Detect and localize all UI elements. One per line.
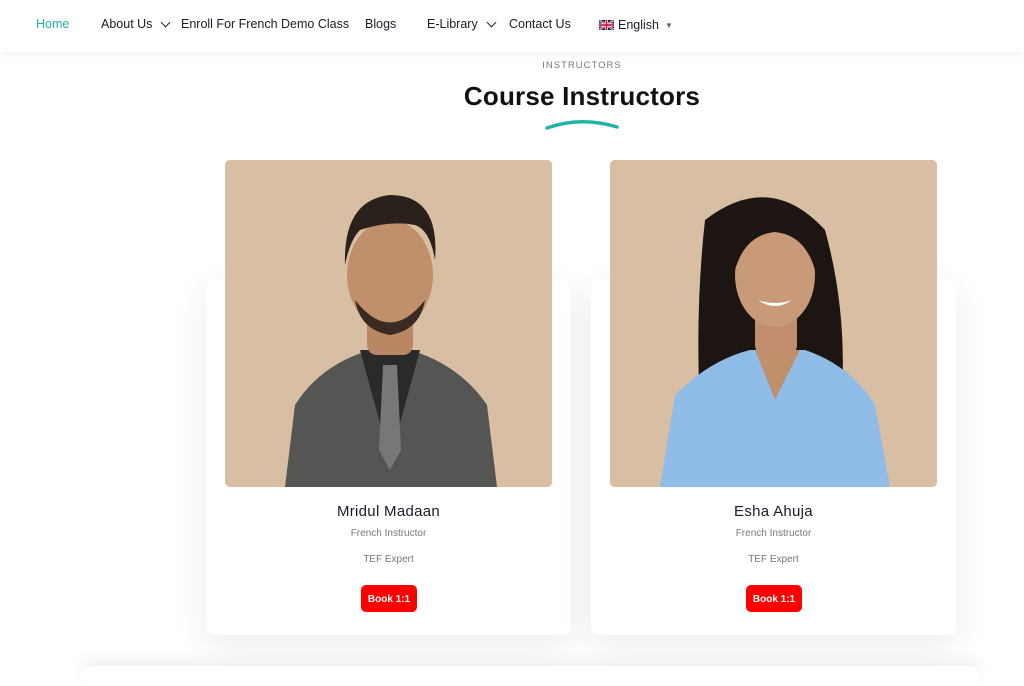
nav-blogs-label: Blogs	[365, 17, 397, 31]
instructor-role: French Instructor	[735, 528, 812, 539]
nav-about-label: About Us	[101, 17, 153, 31]
man-portrait-icon	[225, 160, 552, 487]
instructor-name: Mridul Madaan	[336, 503, 441, 520]
instructor-role: French Instructor	[350, 528, 427, 539]
top-navigation: Home About Us Enroll For French Demo Cla…	[0, 0, 1024, 52]
book-session-button[interactable]: Book 1:1	[746, 585, 802, 612]
woman-portrait-icon	[610, 160, 937, 487]
nav-contact-us[interactable]: Contact Us	[509, 17, 571, 31]
caret-down-icon: ▼	[665, 20, 673, 30]
section-eyebrow: INSTRUCTORS	[542, 60, 622, 71]
book-session-button[interactable]: Book 1:1	[361, 585, 417, 612]
nav-elibrary-label: E-Library	[427, 17, 478, 31]
instructor-photo	[225, 160, 552, 487]
instructor-photo	[610, 160, 937, 487]
nav-blogs[interactable]: Blogs	[365, 17, 396, 31]
nav-enroll-demo[interactable]: Enroll For French Demo Class	[181, 17, 349, 31]
language-selector[interactable]: English ▼	[599, 18, 673, 32]
nav-about-us[interactable]: About Us	[101, 17, 171, 31]
instructor-name: Esha Ahuja	[734, 503, 813, 520]
nav-home-label: Home	[36, 17, 70, 31]
instructor-specialty: TEF Expert	[748, 554, 799, 565]
uk-flag-icon	[599, 20, 614, 30]
next-section-edge	[80, 666, 980, 686]
language-label: English	[618, 18, 659, 32]
chevron-down-icon	[160, 17, 171, 27]
nav-home[interactable]: Home	[36, 17, 69, 31]
instructor-specialty: TEF Expert	[363, 554, 414, 565]
swoosh-underline-icon	[545, 120, 619, 130]
nav-contact-label: Contact Us	[509, 17, 571, 31]
section-title: Course Instructors	[463, 81, 701, 111]
nav-e-library[interactable]: E-Library	[427, 17, 497, 31]
chevron-down-icon	[486, 17, 497, 27]
nav-enroll-label: Enroll For French Demo Class	[181, 17, 350, 31]
